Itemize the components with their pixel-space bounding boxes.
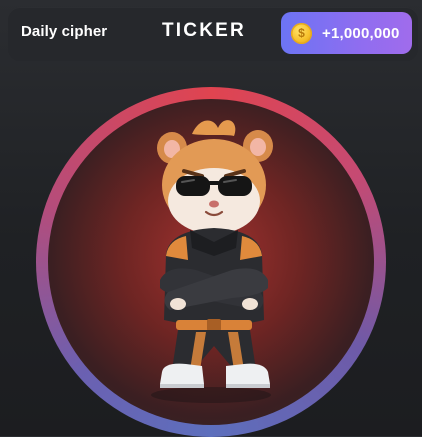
- top-bar: Daily cipher TICKER $ +1,000,000: [8, 7, 418, 61]
- page-title: TICKER: [162, 20, 246, 41]
- reward-amount: +1,000,000: [322, 24, 400, 42]
- reward-button[interactable]: $ +1,000,000: [281, 12, 412, 54]
- daily-cipher-label[interactable]: Daily cipher: [21, 23, 107, 40]
- coin-icon: $: [291, 22, 312, 44]
- tap-area[interactable]: [0, 70, 422, 437]
- hamster-character[interactable]: [0, 70, 422, 436]
